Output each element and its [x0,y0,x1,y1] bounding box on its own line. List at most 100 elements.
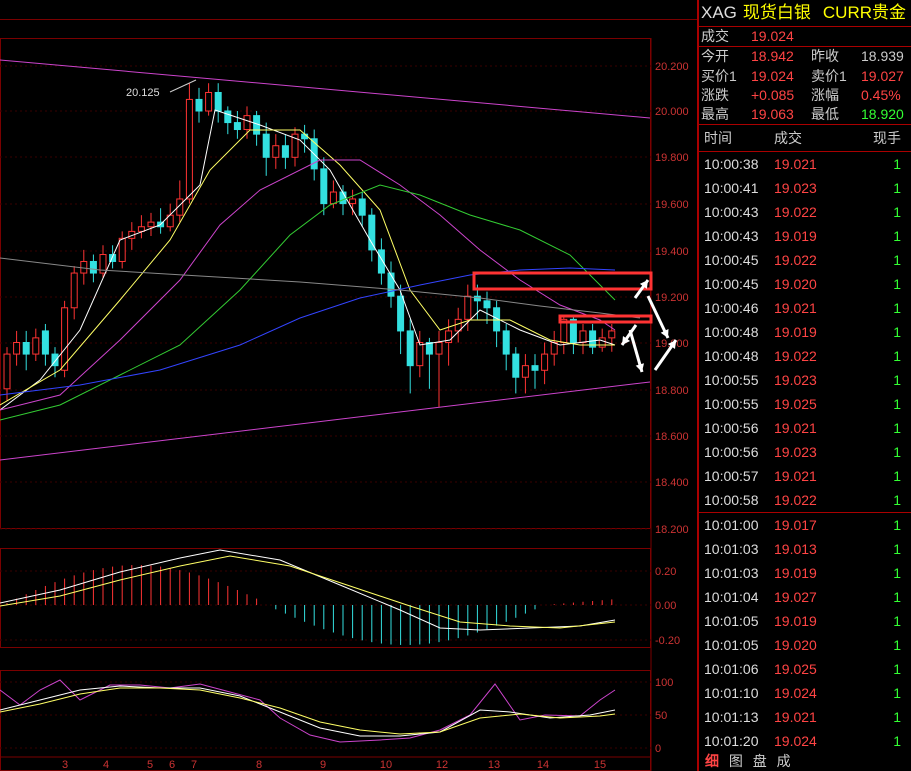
tick-price: 19.020 [774,276,817,293]
low-value: 18.920 [861,106,904,123]
tick-price: 19.024 [774,685,817,702]
tick-volume: 1 [893,420,901,437]
tick-price: 19.021 [774,156,817,173]
x-axis-day-label: 13 [488,759,500,771]
candle-body [358,198,366,216]
price-tick-label: 18.800 [655,385,689,397]
macd-tick-label: -0.20 [655,635,680,647]
candle-body [61,307,69,371]
tick-volume: 1 [893,228,901,245]
kline-chart[interactable]: 20.20020.00019.80019.60019.40019.20019.0… [0,0,697,771]
macd-dea-line [0,555,616,629]
tick-volume: 1 [893,180,901,197]
tick-row: 10:00:55 19.023 1 [699,368,911,392]
candle-body [406,330,414,367]
price-tick-label: 18.600 [655,431,689,443]
tick-row: 10:00:57 19.021 1 [699,464,911,488]
candle-body [521,365,529,378]
tab-detail[interactable]: 细 [705,751,719,771]
tab-orderbook[interactable]: 盘 [753,751,767,771]
candle-body [349,198,357,205]
tick-price: 19.022 [774,348,817,365]
tick-volume: 1 [893,252,901,269]
tick-volume: 1 [893,324,901,341]
x-axis-day-label: 12 [436,759,448,771]
candle-body [339,191,347,205]
macd-tick-label: 0.20 [655,566,676,578]
tick-time: 10:01:03 [704,541,759,558]
tab-trades[interactable]: 成 [777,751,791,771]
x-axis-day-label: 15 [594,759,606,771]
tick-price: 19.025 [774,396,817,413]
tick-volume: 1 [893,565,901,582]
prev-close-value: 18.939 [861,48,904,65]
tick-time: 10:01:00 [704,517,759,534]
candle-body [118,237,126,262]
change-pct-label: 涨幅 [811,86,839,103]
price-tick-label: 19.800 [655,152,689,164]
deal-value: 19.024 [751,28,794,44]
ticks-header: 时间 成交 现手 [699,124,911,153]
tick-row: 10:00:48 19.019 1 [699,320,911,344]
ticks-header-time: 时间 [704,130,732,147]
tick-row: 10:00:41 19.023 1 [699,176,911,200]
price-tick-label: 20.200 [655,61,689,73]
candle-body [320,168,328,205]
tick-time: 10:00:41 [704,180,759,197]
kdj-tick-label: 100 [655,677,673,689]
candle-body [550,342,558,355]
candle-body [512,353,520,378]
quote-row-deal: 成交 19.024 [699,26,911,46]
tick-price: 19.022 [774,204,817,221]
resistance-trendline [0,59,651,119]
candle-body [272,145,280,158]
candle-body [22,342,30,355]
tick-price: 19.022 [774,252,817,269]
tick-volume: 1 [893,709,901,726]
tick-volume: 1 [893,468,901,485]
tick-row: 10:00:58 19.022 1 [699,488,911,512]
candle-body [464,295,472,320]
tick-volume: 1 [893,372,901,389]
tick-row: 10:00:48 19.022 1 [699,344,911,368]
quote-row-open: 今开 18.942 昨收 18.939 [699,46,911,66]
tab-chart[interactable]: 图 [729,751,743,771]
candle-body [3,353,11,390]
quote-row-change: 涨跌 +0.085 涨幅 0.45% [699,86,911,105]
tick-time: 10:00:43 [704,228,759,245]
tick-row: 10:01:05 19.020 1 [699,633,911,657]
tick-row: 10:00:56 19.021 1 [699,416,911,440]
tick-volume: 1 [893,733,901,750]
change-value: +0.085 [751,86,795,103]
tick-price: 19.019 [774,613,817,630]
tick-time: 10:00:48 [704,324,759,341]
tick-time: 10:00:58 [704,492,759,509]
kline-chart-area[interactable]: 20.20020.00019.80019.60019.40019.20019.0… [0,0,697,771]
candle-body [502,330,510,355]
tick-price: 19.025 [774,661,817,678]
tick-time: 10:00:46 [704,300,759,317]
x-axis-day-label: 7 [191,759,197,771]
tick-row: 10:01:04 19.027 1 [699,585,911,609]
tick-volume: 1 [893,276,901,293]
kdj-d-line [0,687,616,735]
ask-value: 19.027 [861,67,904,84]
candle-body [205,91,213,112]
candle-body [435,342,443,355]
ticks-list[interactable]: 10:00:38 19.021 1 10:00:41 19.023 1 10:00:43 19… [699,152,911,753]
tick-row: 10:00:45 19.020 1 [699,272,911,296]
tick-price: 19.020 [774,637,817,654]
tick-row: 10:00:45 19.022 1 [699,248,911,272]
tick-volume: 1 [893,685,901,702]
tick-row: 10:01:05 19.019 1 [699,609,911,633]
tick-volume: 1 [893,300,901,317]
tick-time: 10:00:45 [704,252,759,269]
support-trendline [0,381,651,461]
tick-price: 19.022 [774,492,817,509]
x-axis-day-label: 10 [380,759,392,771]
candle-body [224,110,232,124]
tick-time: 10:01:04 [704,589,759,606]
tick-price: 19.023 [774,372,817,389]
tick-row: 10:00:38 19.021 1 [699,152,911,176]
price-tick-label: 19.200 [655,292,689,304]
